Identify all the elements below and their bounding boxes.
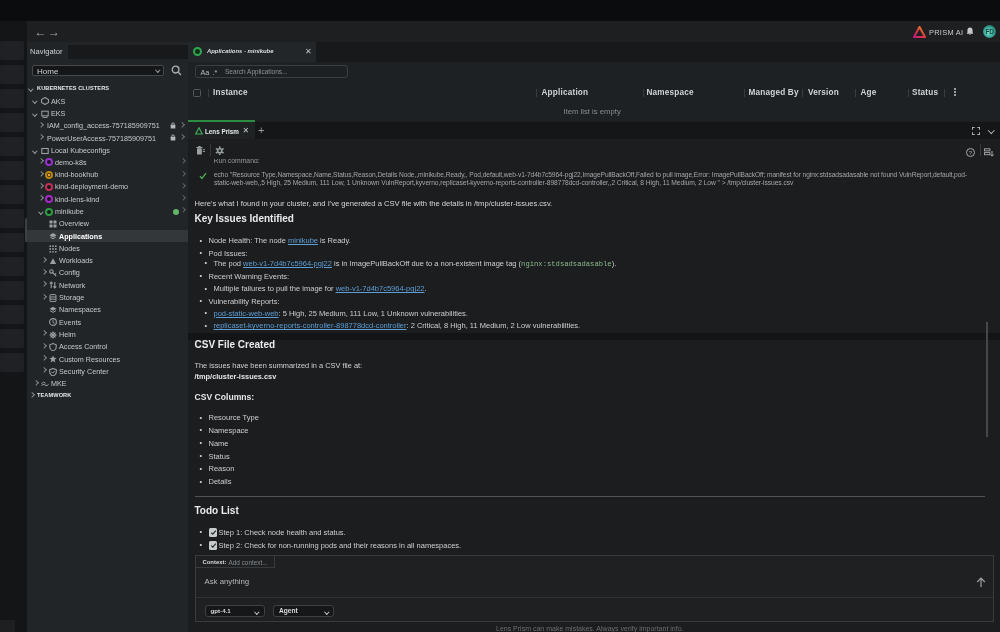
svg-text:?: ? — [968, 150, 972, 156]
